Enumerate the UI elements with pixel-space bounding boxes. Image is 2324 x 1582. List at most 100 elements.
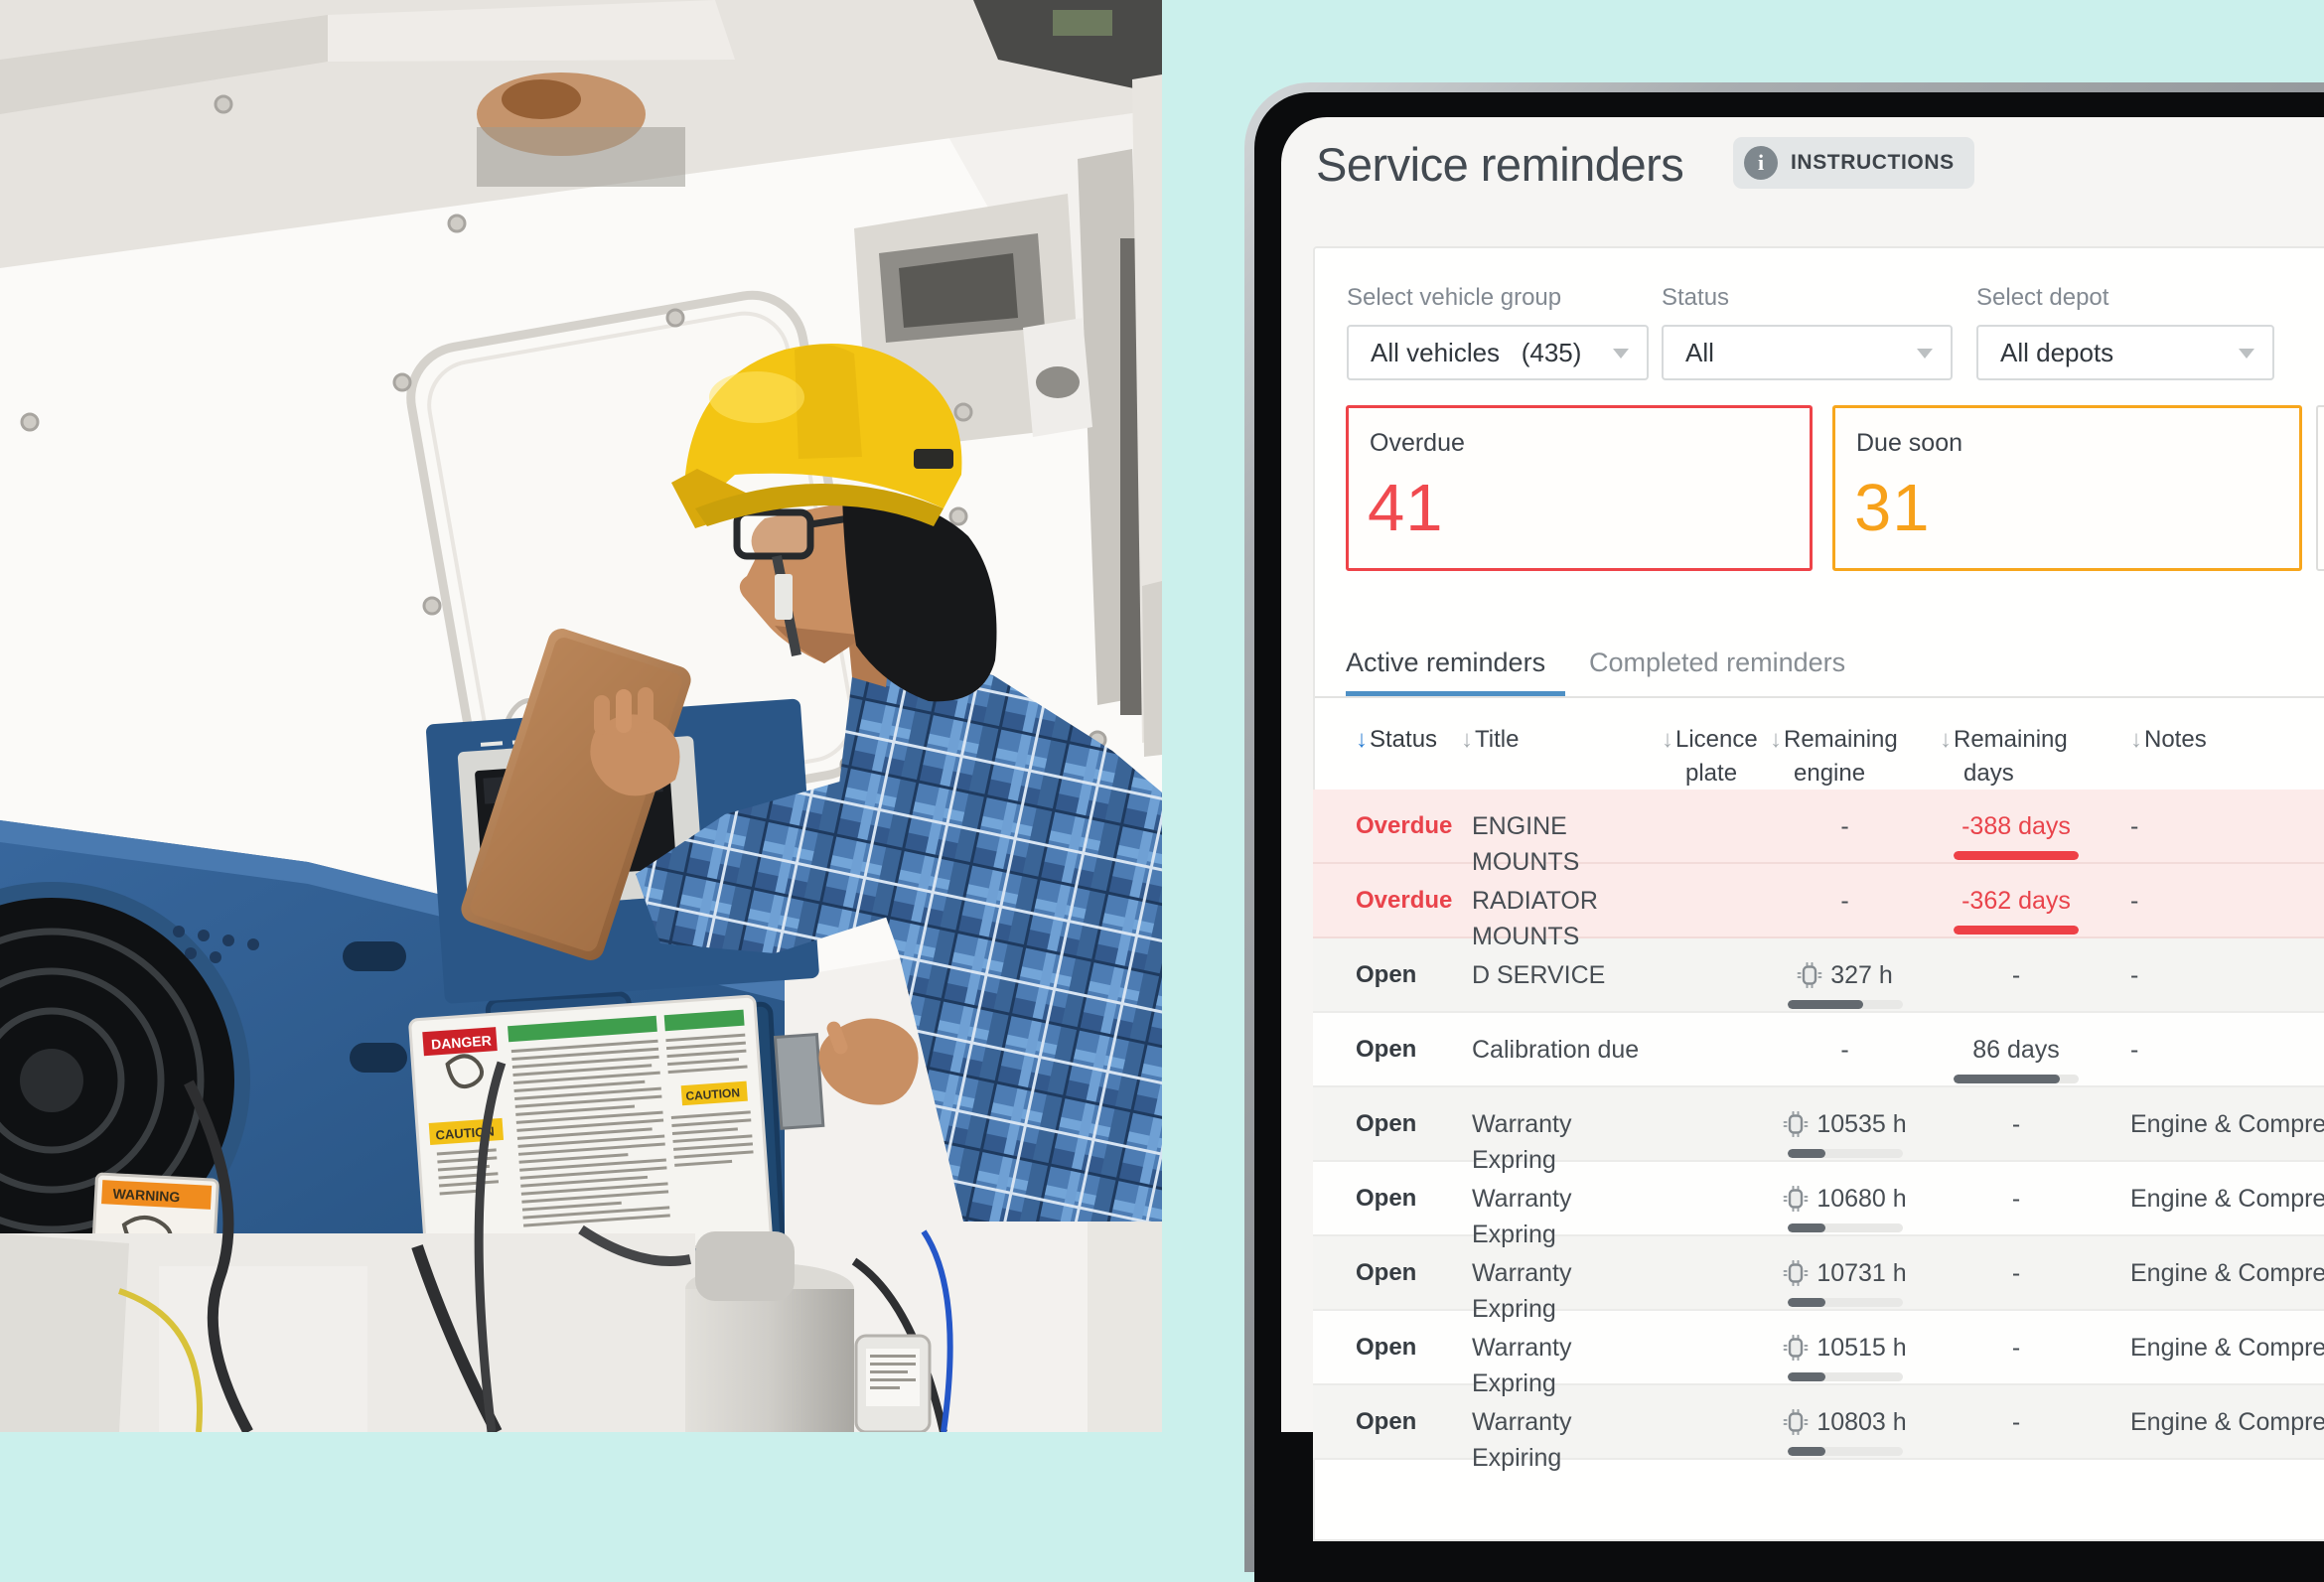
table-row[interactable]: Open D SERVICE 327 h	[1313, 938, 2324, 1013]
row-title: RADIATOR MOUNTS	[1472, 864, 1656, 936]
due-soon-card-label: Due soon	[1856, 429, 1962, 458]
column-header-licence-plate[interactable]: ↓Licence plate	[1656, 710, 1768, 790]
remaining-days-progress-bar	[1954, 926, 2079, 935]
row-notes: Engine & Compressor 5	[2110, 1087, 2324, 1160]
due-soon-card[interactable]: Due soon 31	[1832, 405, 2302, 571]
engine-hours-progress-bar	[1788, 1000, 1903, 1009]
row-remaining-engine-hours: 10803 h	[1768, 1385, 1922, 1458]
due-soon-count: 31	[1854, 470, 1931, 546]
row-status: Open	[1313, 938, 1472, 1011]
row-title: Warranty Expring	[1472, 1236, 1656, 1309]
table-row[interactable]: Overdue ENGINE MOUNTS -	[1313, 790, 2324, 864]
engine-hours-progress-bar	[1788, 1223, 1903, 1232]
row-remaining-days: -388 days	[1922, 790, 2110, 862]
table-row[interactable]: Open Warranty Expring 10731 h	[1313, 1236, 2324, 1311]
status-select[interactable]: All	[1662, 325, 1953, 380]
row-remaining-days: -	[1922, 1236, 2110, 1309]
row-remaining-days: -	[1922, 1385, 2110, 1458]
overdue-card[interactable]: Overdue 41	[1346, 405, 1813, 571]
engine-icon	[1783, 1335, 1809, 1361]
row-notes: Engine & Compressor 5	[2110, 1385, 2324, 1458]
sort-arrow-icon: ↓	[1770, 726, 1782, 753]
row-licence-plate	[1656, 1236, 1768, 1309]
row-status: Overdue	[1313, 864, 1472, 936]
filter-label: Status	[1662, 284, 1953, 312]
row-remaining-engine-hours: 10680 h	[1768, 1162, 1922, 1234]
table-row[interactable]: Overdue RADIATOR MOUNTS -	[1313, 864, 2324, 938]
row-licence-plate	[1656, 1162, 1768, 1234]
row-remaining-days: -	[1922, 1162, 2110, 1234]
sort-arrow-icon: ↓	[1662, 726, 1673, 753]
sort-arrow-icon: ↓	[1461, 726, 1473, 753]
table-row[interactable]: Open Warranty Expring 10680 h	[1313, 1162, 2324, 1236]
table-header: ↓Status ↓Title ↓Licence plate ↓Remaining…	[1313, 710, 2324, 790]
row-title: ENGINE MOUNTS	[1472, 790, 1656, 862]
row-licence-plate	[1656, 1385, 1768, 1458]
vehicle-group-value: All vehicles (435)	[1371, 338, 1581, 368]
sort-arrow-icon: ↓	[2130, 726, 2142, 753]
table-row[interactable]: Open Warranty Expiring 10803 h	[1313, 1385, 2324, 1460]
sort-arrow-icon: ↓	[1356, 726, 1368, 753]
info-icon: i	[1744, 146, 1778, 180]
reminders-table-body: Overdue ENGINE MOUNTS -	[1313, 790, 2324, 1460]
row-remaining-days: -	[1922, 938, 2110, 1011]
row-notes: -	[2110, 938, 2324, 1011]
caret-down-icon	[1613, 349, 1629, 359]
row-notes: Engine & Compressor 5	[2110, 1162, 2324, 1234]
column-header-status[interactable]: ↓Status	[1313, 710, 1472, 790]
row-status: Open	[1313, 1087, 1472, 1160]
row-remaining-days: -	[1922, 1087, 2110, 1160]
instructions-button-label: INSTRUCTIONS	[1791, 151, 1955, 175]
table-row[interactable]: Open Calibration due -	[1313, 1013, 2324, 1087]
row-remaining-engine-hours: 10515 h	[1768, 1311, 1922, 1383]
row-status: Open	[1313, 1013, 1472, 1085]
row-licence-plate	[1656, 938, 1768, 1011]
column-header-remaining-engine-hours[interactable]: ↓Remaining engine hours	[1768, 710, 1922, 790]
row-remaining-engine-hours: 10731 h	[1768, 1236, 1922, 1309]
table-row[interactable]: Open Warranty Expring 10515 h	[1313, 1311, 2324, 1385]
row-status: Open	[1313, 1311, 1472, 1383]
row-licence-plate	[1656, 1311, 1768, 1383]
vehicle-group-select[interactable]: All vehicles (435)	[1347, 325, 1649, 380]
overdue-card-label: Overdue	[1370, 429, 1465, 458]
engine-icon	[1797, 962, 1822, 988]
column-header-title[interactable]: ↓Title	[1461, 710, 1645, 790]
row-remaining-days: 86 days	[1922, 1013, 2110, 1085]
reminder-tabs: Active reminders Completed reminders	[1346, 647, 1845, 697]
row-remaining-engine-hours: 327 h	[1768, 938, 1922, 1011]
row-status: Overdue	[1313, 790, 1472, 862]
engine-icon	[1783, 1186, 1809, 1212]
instructions-button[interactable]: i INSTRUCTIONS	[1733, 137, 1974, 189]
row-notes: -	[2110, 790, 2324, 862]
row-status: Open	[1313, 1162, 1472, 1234]
page-title: Service reminders	[1316, 137, 1683, 192]
row-title: D SERVICE	[1472, 938, 1656, 1011]
row-remaining-engine-hours: 10535 h	[1768, 1087, 1922, 1160]
depot-value: All depots	[2000, 338, 2113, 368]
row-title: Warranty Expring	[1472, 1162, 1656, 1234]
status-value: All	[1685, 338, 1714, 368]
filter-status: Status All	[1662, 284, 1953, 380]
row-licence-plate	[1656, 864, 1768, 936]
engine-hours-progress-bar	[1788, 1372, 1903, 1381]
tab-active-reminders[interactable]: Active reminders	[1346, 647, 1589, 697]
filter-vehicle-group: Select vehicle group All vehicles (435)	[1347, 284, 1649, 380]
row-licence-plate	[1656, 1087, 1768, 1160]
depot-select[interactable]: All depots	[1976, 325, 2274, 380]
tab-completed-reminders[interactable]: Completed reminders	[1589, 647, 1845, 697]
row-remaining-engine-hours: -	[1768, 864, 1922, 936]
row-notes: Engine & Compressor 5	[2110, 1236, 2324, 1309]
table-row[interactable]: Open Warranty Expring 10535 h	[1313, 1087, 2324, 1162]
remaining-days-progress-bar	[1954, 851, 2079, 860]
row-remaining-days: -	[1922, 1311, 2110, 1383]
filter-label: Select depot	[1976, 284, 2274, 312]
engine-icon	[1783, 1260, 1809, 1286]
column-header-notes[interactable]: ↓Notes	[2110, 710, 2324, 790]
overdue-count: 41	[1368, 470, 1444, 546]
row-remaining-engine-hours: -	[1768, 790, 1922, 862]
column-header-remaining-days[interactable]: ↓Remaining days	[1922, 710, 2110, 790]
sort-arrow-icon: ↓	[1940, 726, 1952, 753]
row-status: Open	[1313, 1385, 1472, 1458]
row-remaining-days: -362 days	[1922, 864, 2110, 936]
engine-hours-progress-bar	[1788, 1149, 1903, 1158]
